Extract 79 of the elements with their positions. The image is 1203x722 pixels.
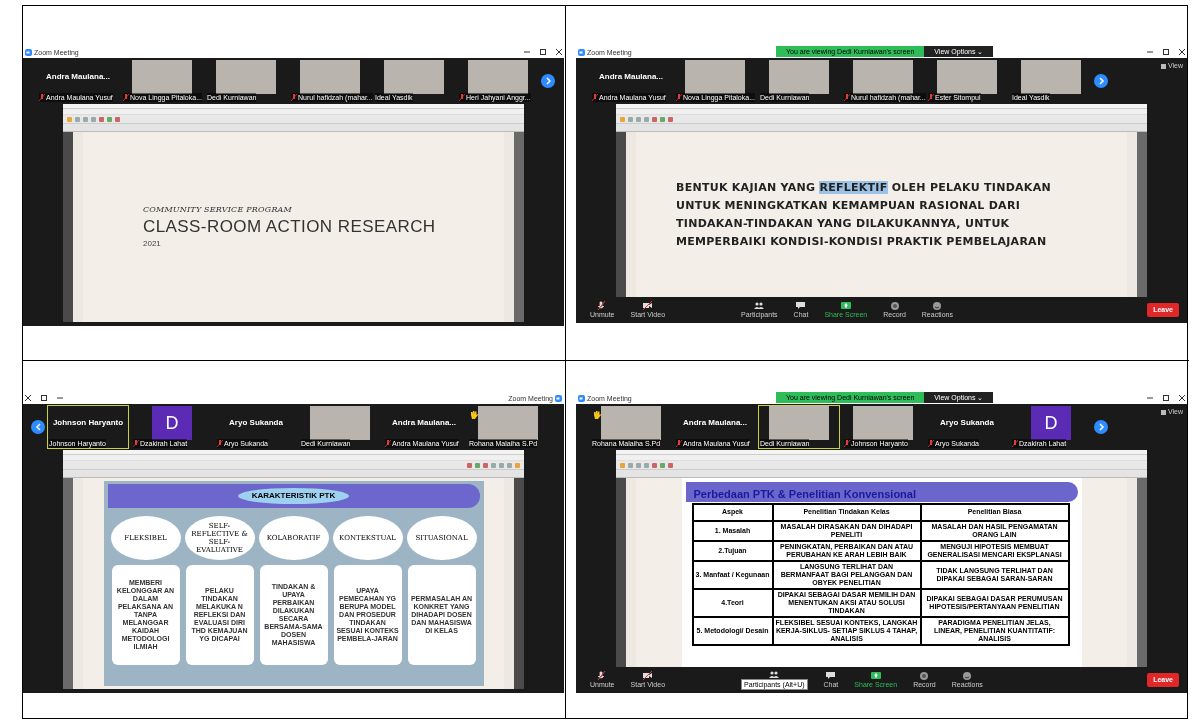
camera-icon: [642, 301, 653, 310]
participant-display-name: Andra Maulana...: [599, 71, 663, 83]
microphone-icon: [597, 671, 608, 680]
chat-bubble-icon: [796, 301, 806, 310]
smiley-icon: [932, 301, 943, 310]
raised-hand-icon: [593, 410, 601, 419]
scroll-right-icon[interactable]: [1094, 74, 1108, 88]
scroll-left-icon[interactable]: [31, 420, 45, 434]
muted-mic-icon: [459, 94, 465, 101]
video-placeholder: [937, 60, 997, 94]
minimize-icon[interactable]: [57, 395, 63, 401]
share-screen-icon: [840, 301, 851, 310]
slide-title: CLASS-ROOM ACTION RESEARCH: [143, 216, 436, 238]
participant-display-name: Andra Maulana...: [392, 417, 456, 429]
video-placeholder: [216, 60, 276, 94]
muted-mic-icon: [676, 440, 682, 447]
participant-display-name: Aryo Sukanda: [229, 417, 283, 429]
participant-display-name: Andra Maulana...: [683, 417, 747, 429]
slide-paragraph: BENTUK KAJIAN YANG REFLEKTIF OLEH PELAKU TINDAKAN UNTUK MENINGKATKAN KEMAMPUAN RASIONAL DARI TINDAKAN-TINDAKAN YANG DILAKUKANNYA, UNTUK MEMPERBAIKI KONDISI-KONDISI PRAKTIK PEMBELAJARAN: [676, 179, 1052, 250]
close-icon[interactable]: [25, 395, 31, 401]
record-icon: [889, 301, 900, 310]
muted-mic-icon: [928, 440, 934, 447]
scroll-right-icon[interactable]: [541, 74, 555, 88]
minimize-icon[interactable]: [1147, 49, 1153, 55]
slide-title: Perbedaan PTK & Penelitian Konvensional: [692, 486, 916, 502]
video-placeholder: [685, 60, 745, 94]
muted-mic-icon: [844, 94, 850, 101]
video-placeholder: [132, 60, 192, 94]
slide-year: 2021: [143, 238, 161, 250]
video-placeholder: [853, 60, 913, 94]
avatar: D: [1031, 406, 1071, 440]
raised-hand-icon: [470, 410, 478, 419]
video-placeholder: [1021, 60, 1081, 94]
close-icon[interactable]: [1179, 395, 1185, 401]
smiley-icon: [962, 671, 973, 680]
chat-bubble-icon: [825, 671, 836, 680]
video-placeholder: [853, 406, 913, 440]
camera-icon: [642, 671, 653, 680]
close-icon[interactable]: [556, 49, 562, 55]
video-placeholder: [468, 60, 528, 94]
muted-mic-icon: [676, 94, 682, 101]
video-placeholder: [310, 406, 370, 440]
share-screen-icon: [870, 671, 881, 680]
muted-mic-icon: [217, 440, 223, 447]
video-placeholder: [769, 406, 829, 440]
participant-display-name: Aryo Sukanda: [940, 417, 994, 429]
muted-mic-icon: [39, 94, 45, 101]
scroll-right-icon[interactable]: [1094, 420, 1108, 434]
diagram-title: KARAKTERISTIK PTK: [237, 488, 350, 504]
muted-mic-icon: [1012, 440, 1018, 447]
maximize-icon[interactable]: [540, 49, 546, 55]
slide-subtitle: COMMUNITY SERVICE PROGRAM: [143, 204, 292, 216]
grid-view-icon: [1160, 409, 1166, 415]
video-placeholder: [384, 60, 444, 94]
people-icon: [769, 670, 780, 679]
muted-mic-icon: [928, 94, 934, 101]
microphone-icon: [597, 301, 608, 310]
minimize-icon[interactable]: [524, 49, 530, 55]
people-icon: [754, 301, 765, 310]
participant-display-name: Andra Maulana...: [46, 71, 110, 83]
muted-mic-icon: [592, 94, 598, 101]
muted-mic-icon: [291, 94, 297, 101]
video-placeholder: [601, 406, 661, 440]
maximize-icon[interactable]: [1163, 49, 1169, 55]
maximize-icon[interactable]: [1163, 395, 1169, 401]
video-placeholder: [300, 60, 360, 94]
muted-mic-icon: [385, 440, 391, 447]
participant-display-name: Johnson Haryanto: [52, 417, 124, 429]
muted-mic-icon: [844, 440, 850, 447]
maximize-icon[interactable]: [41, 395, 47, 401]
muted-mic-icon: [123, 94, 129, 101]
video-placeholder: [769, 60, 829, 94]
avatar: D: [152, 406, 192, 440]
record-icon: [919, 671, 930, 680]
muted-mic-icon: [133, 440, 139, 447]
close-icon[interactable]: [1179, 49, 1185, 55]
grid-view-icon: [1160, 63, 1166, 69]
video-placeholder: [478, 406, 538, 440]
minimize-icon[interactable]: [1147, 395, 1153, 401]
